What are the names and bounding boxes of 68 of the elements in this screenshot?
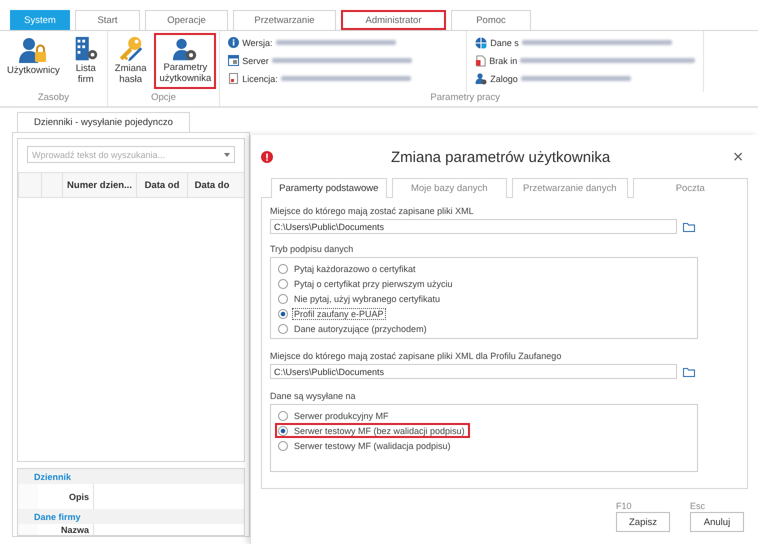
dialog-tab[interactable]: Moje bazy danych (392, 178, 507, 198)
ribbon-button[interactable]: Lista firm (68, 33, 104, 89)
radio-button[interactable] (278, 440, 288, 450)
group-label: Tryb podpisu danych (270, 244, 354, 254)
user-gear-icon (475, 72, 488, 84)
ribbon-tab[interactable]: Start (75, 10, 140, 30)
radio-option[interactable]: Pytaj każdorazowo o certyfikat (275, 261, 421, 276)
close-button[interactable]: × (728, 149, 748, 165)
user-lock-icon (18, 36, 48, 64)
radio-button[interactable] (278, 324, 288, 334)
dialog-tab[interactable]: Poczta (632, 178, 748, 198)
info-label: Server (242, 56, 269, 66)
radio-option[interactable]: Nie pytaj, użyj wybranego certyfikatu (275, 291, 446, 306)
info-label: Licencja: (242, 74, 278, 84)
ribbon-tab[interactable]: Operacje (145, 10, 228, 30)
radio-option[interactable]: Dane autoryzujące (przychodem) (275, 321, 432, 336)
group-label: Parametry pracy (430, 92, 500, 105)
dialog-title: Zmiana parametrów użytkownika (390, 148, 612, 166)
column-header[interactable]: Numer dzien... (62, 173, 136, 197)
radio-option[interactable]: Serwer testowy MF (walidacja podpisu) (275, 438, 456, 453)
radio-option[interactable]: Serwer testowy MF (bez walidacji podpisu) (275, 423, 470, 438)
shortcut-label: Esc (690, 501, 706, 511)
search-field[interactable]: Wprowadź tekst do wyszukania... (27, 146, 235, 163)
radio-button[interactable] (278, 308, 288, 318)
info-label: Wersja: (242, 38, 273, 48)
ribbon-tab[interactable]: Przetwarzanie (233, 10, 336, 30)
field-label: Nazwa (38, 524, 94, 535)
info-icon (228, 37, 240, 48)
path-field[interactable]: C:\Users\Public\Documents (270, 219, 677, 234)
document-icon (475, 54, 486, 66)
dialog-button[interactable]: Zapisz (616, 512, 670, 532)
path-field[interactable]: C:\Users\Public\Documents (270, 364, 677, 379)
alert-icon (261, 151, 273, 163)
globe-icon (475, 36, 488, 48)
dialog-tab[interactable]: Paramerty podstawowe (271, 178, 386, 198)
radio-option[interactable]: Pytaj o certyfikat przy pierwszym użyciu (275, 276, 458, 291)
section-heading: Dane firmy (18, 509, 244, 524)
dialog-tab[interactable]: Przetwarzanie danych (512, 178, 628, 198)
field-label: Miejsce do którego mają zostać zapisane pliki XML (270, 206, 475, 216)
info-label: Dane s (490, 38, 519, 48)
column-header[interactable]: Data do (187, 173, 236, 197)
radio-option[interactable]: Serwer produkcyjny MF (275, 408, 394, 423)
info-label: Brak in (489, 56, 518, 66)
document-icon (228, 73, 240, 84)
radio-button[interactable] (278, 278, 288, 288)
folder-icon[interactable] (683, 222, 695, 232)
column-header[interactable]: Data od (136, 173, 187, 197)
group-label: Opcje (151, 92, 176, 105)
ribbon-tab[interactable]: Administrator (341, 10, 446, 30)
ribbon-button[interactable]: Parametry użytkownika (154, 33, 216, 89)
radio-button[interactable] (278, 410, 288, 420)
field-label: Miejsce do którego mają zostać zapisane pliki XML dla Profilu Zaufanego (270, 351, 562, 361)
window-icon (228, 55, 240, 66)
dropdown-caret-icon (224, 152, 230, 156)
radio-button[interactable] (278, 264, 288, 274)
section-heading: Dziennik (18, 469, 244, 484)
radio-button[interactable] (278, 294, 288, 304)
group-label: Dane są wysyłane na (270, 391, 357, 401)
dialog-button[interactable]: Anuluj (690, 512, 744, 532)
document-tab[interactable]: Dzienniki - wysyłanie pojedynczo (17, 112, 190, 132)
ribbon-tab[interactable]: Pomoc (451, 10, 531, 30)
radio-button[interactable] (278, 426, 288, 436)
group-label: Zasoby (38, 92, 69, 105)
info-label: Zalogo (490, 74, 518, 84)
shortcut-label: F10 (616, 501, 633, 511)
ribbon-button[interactable]: Użytkownicy (3, 33, 64, 89)
ribbon-button[interactable]: Zmiana hasła (110, 33, 150, 89)
folder-icon[interactable] (683, 366, 695, 376)
